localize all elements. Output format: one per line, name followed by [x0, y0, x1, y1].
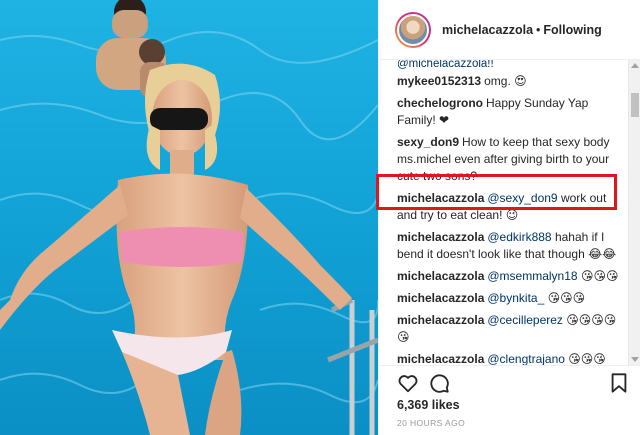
comment-username[interactable]: michelacazzola: [397, 352, 484, 365]
comment-mention[interactable]: @edkirk888: [487, 230, 551, 244]
comment-username[interactable]: michelacazzola: [397, 269, 484, 283]
comment-item: michelacazzola @sexy_don9 work out and tr…: [397, 190, 622, 224]
scroll-down-arrow-icon[interactable]: [631, 357, 639, 362]
comment-mention[interactable]: @cecilleperez: [487, 313, 563, 327]
post-username[interactable]: michelacazzola: [442, 23, 533, 37]
comment-mention[interactable]: @bynkita_: [487, 291, 544, 305]
pool-photo-illustration: [0, 0, 378, 435]
comment-item: sexy_don9 How to keep that sexy body ms.m…: [397, 134, 622, 185]
comment-username[interactable]: michelacazzola: [397, 313, 484, 327]
comments-list[interactable]: @michelacazzola!! mykee0152313 omg. 😍 chec…: [379, 60, 640, 365]
scroll-up-arrow-icon[interactable]: [631, 63, 639, 68]
header-separator: •: [536, 22, 541, 37]
comment-text: 😘😘😘: [580, 269, 619, 283]
comment-item: chechelogrono Happy Sunday Yap Family! ❤: [397, 95, 622, 129]
comment-mention[interactable]: @clengtrajano: [487, 352, 565, 365]
comment-item: michelacazzola @bynkita_ 😘😘😘: [397, 290, 622, 307]
avatar[interactable]: [395, 11, 431, 48]
comment-username[interactable]: mykee0152313: [397, 74, 481, 88]
comment-bubble-icon[interactable]: [428, 372, 450, 394]
comment-item: michelacazzola @cecilleperez 😘😘😘😘😘: [397, 312, 622, 346]
following-button[interactable]: Following: [543, 23, 601, 37]
comment-text: omg. 😍: [484, 74, 527, 88]
cut-off-comment: @michelacazzola!!: [397, 60, 494, 70]
comments-scrollbar[interactable]: [628, 60, 640, 365]
bookmark-icon[interactable]: [608, 372, 630, 394]
post-photo[interactable]: [0, 0, 378, 435]
comment-mention[interactable]: @msemmalyn18: [487, 269, 577, 283]
comment-text: 😘😘😘: [547, 291, 586, 305]
post-sidebar: michelacazzola • Following @michelacazzola…: [378, 0, 640, 435]
post-timestamp: 20 HOURS AGO: [397, 418, 466, 428]
comment-item: michelacazzola @msemmalyn18 😘😘😘: [397, 268, 622, 285]
comment-text: 😘😘😘: [568, 352, 606, 365]
comment-item: michelacazzola @clengtrajano 😘😘😘: [397, 351, 622, 365]
scroll-thumb[interactable]: [631, 93, 639, 117]
heart-icon[interactable]: [397, 372, 419, 394]
comment-username[interactable]: chechelogrono: [397, 96, 483, 110]
post-header: michelacazzola • Following: [379, 0, 640, 60]
comment-item: mykee0152313 omg. 😍: [397, 73, 622, 90]
comments-scroll-area: mykee0152313 omg. 😍 chechelogrono Happy Sun…: [397, 73, 622, 365]
comment-username[interactable]: michelacazzola: [397, 230, 484, 244]
likes-count[interactable]: 6,369 likes: [397, 398, 460, 412]
comment-mention[interactable]: @sexy_don9: [487, 191, 557, 205]
comment-username[interactable]: michelacazzola: [397, 291, 484, 305]
comment-username[interactable]: michelacazzola: [397, 191, 484, 205]
post-actions: 6,369 likes 20 HOURS AGO: [379, 365, 640, 435]
comment-username[interactable]: sexy_don9: [397, 135, 459, 149]
comment-item: michelacazzola @edkirk888 hahah if I bend…: [397, 229, 622, 263]
